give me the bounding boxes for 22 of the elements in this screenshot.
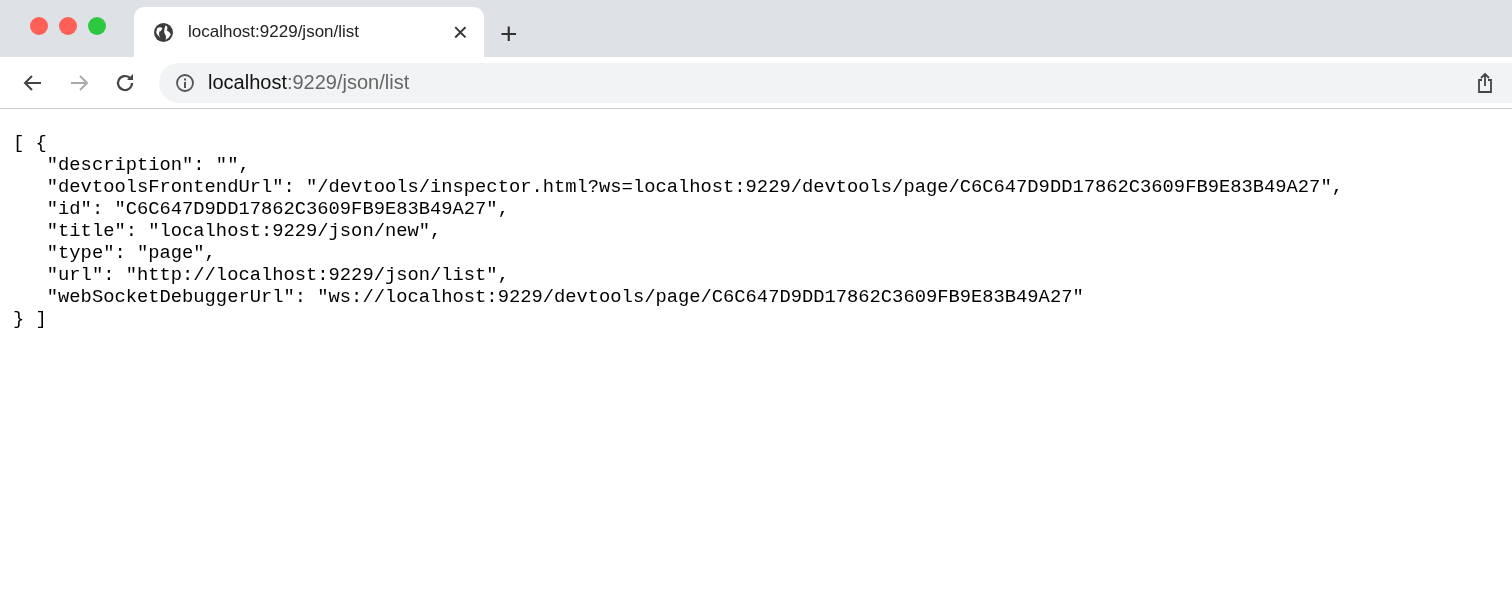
- url-host: localhost: [208, 71, 287, 94]
- browser-tab[interactable]: localhost:9229/json/list ×: [134, 7, 484, 57]
- json-line: } ]: [13, 308, 48, 330]
- json-line: "webSocketDebuggerUrl": "ws://localhost:9229/devtools/page/C6C647D9DD17862C3609FB9E83B49A27": [45, 286, 1085, 308]
- url-path: :9229/json/list: [286, 71, 410, 94]
- json-line: "id": "C6C647D9DD17862C3609FB9E83B49A27",: [45, 198, 510, 220]
- json-line: "type": "page",: [45, 242, 217, 264]
- json-line: "devtoolsFrontendUrl": "/devtools/inspector.html?ws=localhost:9229/devtools/page/C6C647D9DD17862C3609FB9E83B49A27",: [45, 176, 1344, 198]
- address-bar[interactable]: localhost:9229/json/list: [159, 62, 1512, 103]
- new-tab-button[interactable]: +: [500, 19, 518, 49]
- minimize-window-button[interactable]: [59, 17, 77, 35]
- tab-title: localhost:9229/json/list: [188, 22, 361, 42]
- json-line: "description": "",: [45, 154, 251, 176]
- json-line: "title": "localhost:9229/json/new",: [45, 220, 443, 242]
- close-window-button[interactable]: [30, 17, 48, 35]
- maximize-window-button[interactable]: [88, 17, 106, 35]
- globe-icon: [153, 21, 174, 43]
- info-icon: [175, 72, 195, 93]
- json-line: "url": "http://localhost:9229/json/list",: [45, 264, 510, 286]
- share-icon[interactable]: [1475, 70, 1495, 95]
- close-tab-button[interactable]: ×: [452, 19, 468, 45]
- json-line: [ {: [13, 132, 48, 154]
